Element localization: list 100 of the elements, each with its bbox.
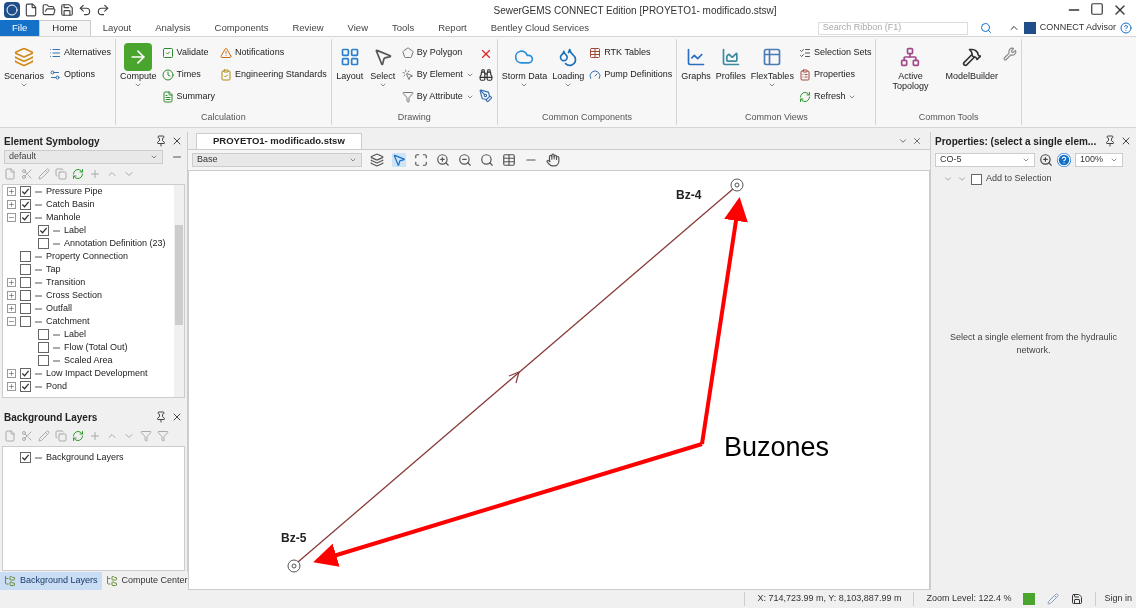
ribbon-button[interactable]: Summary [159, 87, 218, 106]
ribbon-button[interactable]: Profiles [713, 43, 748, 81]
tree-item[interactable]: Label [64, 223, 87, 238]
checkbox[interactable] [20, 277, 31, 288]
ribbon-button[interactable]: Scenarios [2, 43, 47, 89]
ribbon-tab[interactable]: View [335, 20, 380, 36]
ribbon-button[interactable]: By Polygon [399, 43, 476, 62]
checkbox[interactable] [20, 251, 31, 262]
pin-icon[interactable] [1104, 135, 1116, 147]
tree-item[interactable]: Manhole [46, 210, 81, 225]
search-icon[interactable] [979, 22, 992, 34]
close-icon[interactable] [171, 411, 183, 423]
checkbox[interactable] [20, 303, 31, 314]
ribbon-button[interactable]: Layout [333, 43, 366, 81]
ribbon-button[interactable]: Loading [550, 43, 587, 89]
ribbon-button[interactable]: By Attribute [399, 87, 476, 106]
view-tool-icon[interactable] [370, 153, 384, 167]
expand-icon[interactable] [7, 187, 16, 196]
view-tool-icon[interactable] [480, 153, 494, 167]
ribbon-button[interactable]: Notifications [218, 43, 329, 62]
ribbon-button[interactable]: Graphs [679, 43, 713, 81]
ribbon-button[interactable]: Alternatives [47, 43, 114, 62]
checkbox[interactable] [20, 368, 31, 379]
ribbon-tab[interactable]: Analysis [143, 20, 203, 36]
checkbox[interactable] [38, 225, 49, 236]
tree-item[interactable]: Background Layers [46, 450, 124, 465]
expand-icon[interactable] [7, 304, 16, 313]
ribbon-button[interactable]: Active Topology [878, 43, 943, 91]
ribbon-button[interactable]: Options [47, 65, 114, 84]
expand-icon[interactable] [7, 291, 16, 300]
checkbox[interactable] [38, 355, 49, 366]
checkbox[interactable] [20, 264, 31, 275]
checkbox[interactable] [971, 173, 982, 185]
quick-access-icon[interactable] [42, 3, 56, 17]
help-icon[interactable] [1120, 22, 1132, 34]
sign-in-link[interactable]: Sign in [1095, 592, 1132, 606]
ribbon-button[interactable]: Validate [159, 43, 218, 62]
expand-icon[interactable] [7, 382, 16, 391]
restore-icon[interactable] [1090, 2, 1104, 16]
checkbox[interactable] [38, 238, 49, 249]
view-tool-icon[interactable] [414, 153, 428, 167]
checkbox[interactable] [20, 199, 31, 210]
close-icon[interactable] [1120, 135, 1132, 147]
panel-tab[interactable]: Background Layers [0, 572, 102, 590]
tree-item[interactable]: Catch Basin [46, 197, 95, 212]
layer-dropdown[interactable]: Base [192, 153, 362, 167]
ribbon-tab[interactable]: Home [39, 20, 91, 36]
checkbox[interactable] [20, 316, 31, 327]
quick-access-icon[interactable] [24, 3, 38, 17]
expand-icon[interactable] [7, 200, 16, 209]
document-tab[interactable]: PROYETO1- modificado.stsw [196, 133, 362, 149]
symbology-dropdown[interactable]: default [4, 150, 163, 164]
tree-item[interactable]: Low Impact Development [46, 366, 148, 381]
element-dropdown[interactable]: CO-5 [935, 153, 1035, 167]
ribbon-button[interactable]: Times [159, 65, 218, 84]
quick-access-icon[interactable] [96, 3, 110, 17]
ribbon-tab[interactable]: Layout [90, 20, 144, 36]
view-tool-icon[interactable] [458, 153, 472, 167]
tree-item[interactable]: Tap [46, 262, 61, 277]
tree-item[interactable]: Pond [46, 379, 68, 394]
zoom-icon[interactable] [1039, 153, 1053, 167]
edit-icon[interactable] [1047, 593, 1060, 605]
ribbon-button[interactable]: By Element [399, 65, 476, 84]
expand-icon[interactable] [7, 369, 16, 378]
tree-item[interactable]: Transition [46, 275, 86, 290]
tree-item[interactable]: Cross Section [46, 288, 103, 303]
tab-menu-icon[interactable] [898, 136, 908, 146]
checkbox[interactable] [20, 452, 31, 463]
ribbon-tab[interactable]: Report [426, 20, 479, 36]
tree-item[interactable]: Scaled Area [64, 353, 113, 368]
checkbox[interactable] [20, 290, 31, 301]
tree-item[interactable]: Annotation Definition (23) [64, 236, 166, 251]
view-tool-icon[interactable] [502, 153, 516, 167]
ribbon-button[interactable]: FlexTables [748, 43, 796, 89]
checkbox[interactable] [20, 212, 31, 223]
ribbon-button[interactable]: RTK Tables [587, 43, 675, 62]
view-tool-icon[interactable] [392, 153, 406, 167]
pin-icon[interactable] [155, 135, 167, 147]
ribbon-tab[interactable]: Review [280, 20, 336, 36]
collapse-icon[interactable] [7, 317, 16, 326]
pin-icon[interactable] [155, 411, 167, 423]
ribbon-button[interactable]: Engineering Standards [218, 65, 329, 84]
ribbon-tab[interactable]: File [0, 20, 40, 36]
quick-access-icon[interactable] [60, 3, 74, 17]
ribbon-button[interactable]: Selection Sets [796, 43, 874, 62]
ribbon-button[interactable]: Compute [118, 43, 159, 89]
ribbon-button[interactable]: ModelBuilder [943, 43, 1000, 81]
ribbon-button[interactable]: Refresh [796, 87, 874, 106]
manhole-node[interactable] [730, 178, 744, 192]
ribbon-tab[interactable]: Tools [380, 20, 427, 36]
ribbon-tab[interactable]: Components [202, 20, 281, 36]
expand-icon[interactable] [7, 278, 16, 287]
tree-item[interactable]: Label [64, 327, 87, 342]
zoom-dropdown[interactable]: 100% [1075, 153, 1123, 167]
save-icon[interactable] [1071, 593, 1084, 605]
ribbon-button[interactable]: Properties [796, 65, 874, 84]
quick-access-icon[interactable] [78, 3, 92, 17]
view-tool-icon[interactable] [546, 153, 560, 167]
tree-item[interactable]: Property Connection [46, 249, 129, 264]
advisor-button[interactable]: CONNECT Advisor [1023, 21, 1116, 35]
